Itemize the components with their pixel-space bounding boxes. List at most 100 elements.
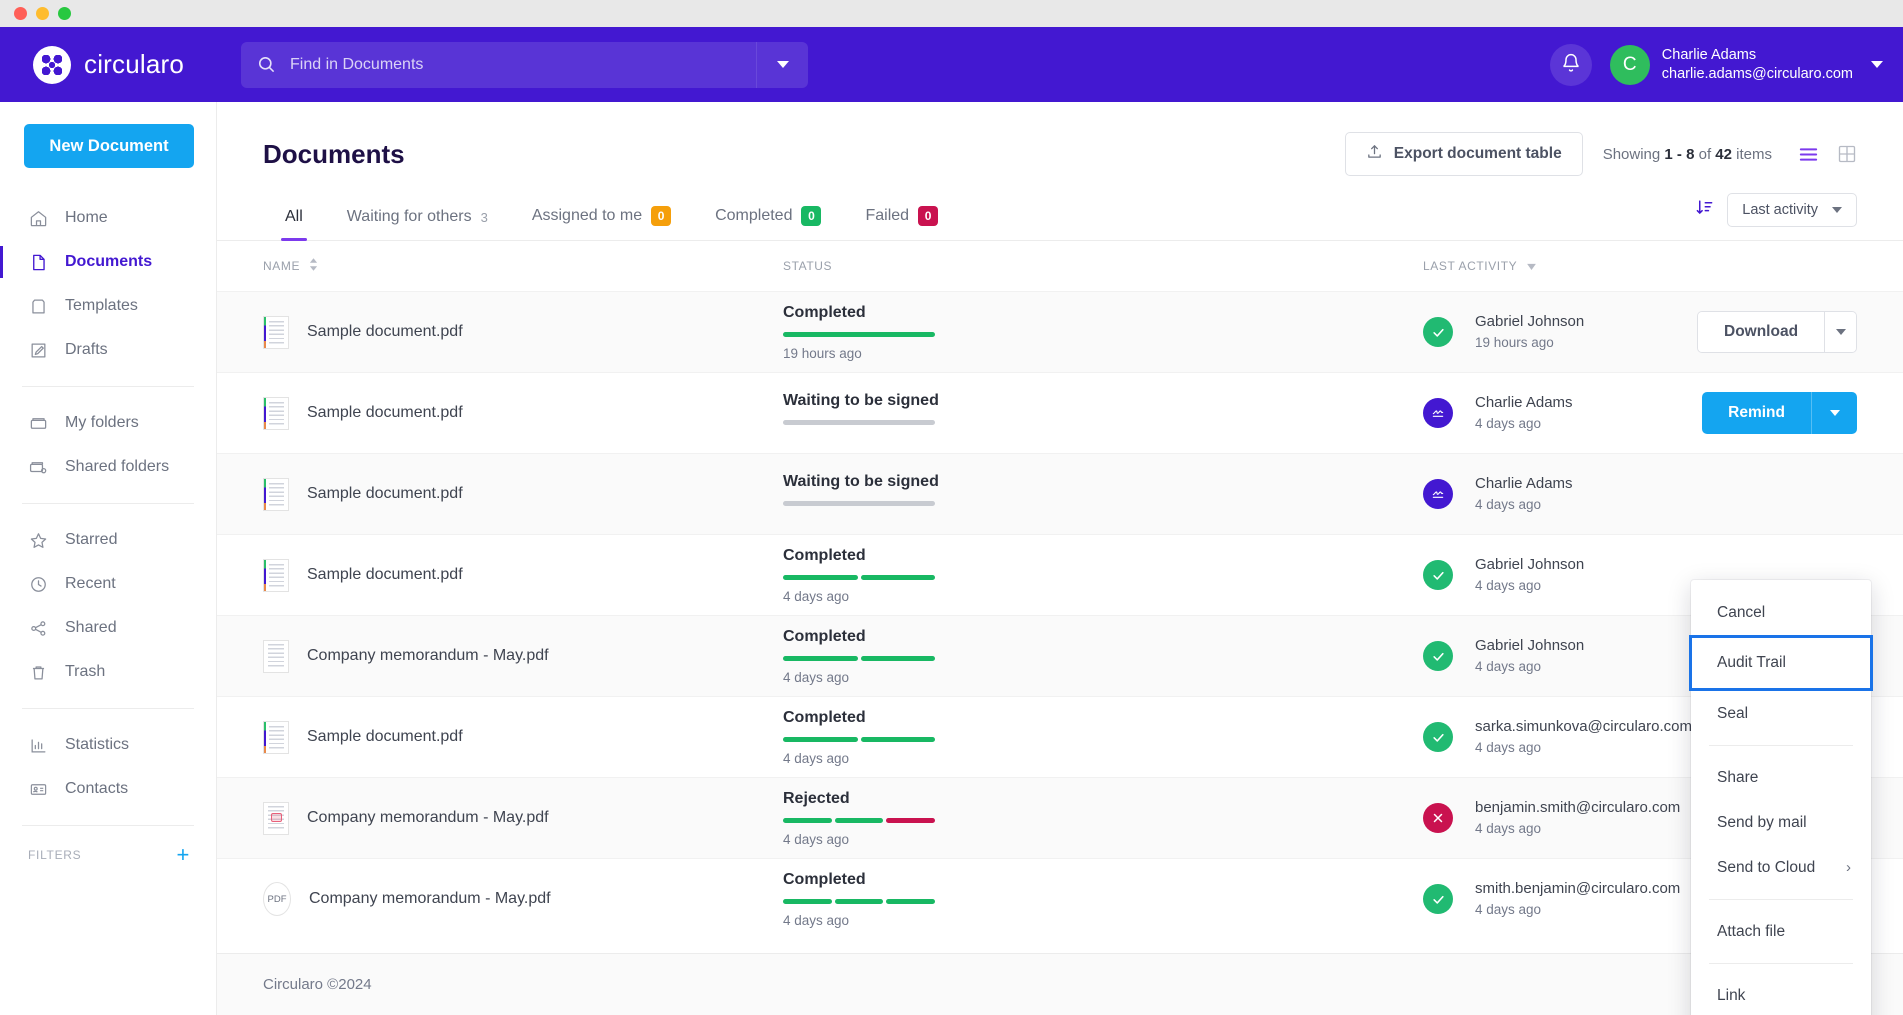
menu-item-audit-trail[interactable]: Audit Trail	[1691, 637, 1871, 689]
tab-waiting-for-others[interactable]: Waiting for others 3	[325, 208, 510, 240]
table-row[interactable]: Company memorandum - May.pdf Rejected 4 …	[217, 777, 1903, 858]
sidebar-item-label: Templates	[65, 297, 138, 315]
sidebar-item-statistics[interactable]: Statistics	[0, 723, 216, 767]
status-time: 4 days ago	[783, 589, 1423, 604]
document-name[interactable]: Sample document.pdf	[307, 485, 463, 503]
activity-time: 4 days ago	[1475, 738, 1692, 758]
tab-failed[interactable]: Failed 0	[843, 206, 960, 240]
grid-view-icon[interactable]	[1837, 144, 1857, 164]
add-filter-button[interactable]: +	[176, 844, 190, 866]
tab-assigned-to-me[interactable]: Assigned to me 0	[510, 206, 693, 240]
tab-count-badge: 0	[651, 206, 671, 226]
table-row[interactable]: Sample document.pdf Waiting to be signed	[217, 372, 1903, 453]
user-menu[interactable]: C Charlie Adams charlie.adams@circularo.…	[1610, 45, 1883, 85]
sidebar-item-home[interactable]: Home	[0, 196, 216, 240]
brand-logo[interactable]: circularo	[0, 46, 217, 84]
cell-status: Completed 4 days ago	[783, 628, 1423, 685]
menu-item-send-to-cloud[interactable]: Send to Cloud ›	[1691, 845, 1871, 890]
remind-split-button[interactable]: Remind	[1702, 392, 1857, 434]
window-maximize-dot[interactable]	[58, 7, 71, 20]
document-name[interactable]: Sample document.pdf	[307, 566, 463, 584]
download-split-button[interactable]: Download	[1697, 311, 1857, 353]
cell-name: Sample document.pdf	[263, 478, 783, 511]
app-shell: New Document Home Documents	[0, 102, 1903, 1015]
table-row[interactable]: Sample document.pdf Completed 19 hours a…	[217, 291, 1903, 372]
search-filter-dropdown[interactable]	[756, 42, 808, 88]
table-row[interactable]: PDF Company memorandum - May.pdf Complet…	[217, 858, 1903, 939]
list-view-icon[interactable]	[1798, 146, 1819, 163]
activity-time: 4 days ago	[1475, 414, 1573, 434]
activity-actor: Gabriel Johnson	[1475, 554, 1584, 576]
table-row[interactable]: Company memorandum - May.pdf Completed 4…	[217, 615, 1903, 696]
avatar: C	[1610, 45, 1650, 85]
document-name[interactable]: Company memorandum - May.pdf	[309, 890, 551, 908]
sort-select[interactable]: Last activity	[1727, 193, 1857, 227]
tab-label: Waiting for others	[347, 208, 472, 226]
sort-desc-icon[interactable]	[1695, 198, 1714, 222]
document-name[interactable]: Sample document.pdf	[307, 728, 463, 746]
status-badge-completed-icon	[1423, 317, 1453, 347]
remind-button[interactable]: Remind	[1702, 392, 1811, 434]
shared-folder-icon	[28, 458, 49, 477]
column-header-name[interactable]: NAME	[263, 258, 783, 274]
sidebar-item-my-folders[interactable]: My folders	[0, 401, 216, 445]
search-input[interactable]	[290, 56, 756, 74]
document-name[interactable]: Company memorandum - May.pdf	[307, 809, 549, 827]
status-badge-completed-icon	[1423, 884, 1453, 914]
progress-segment	[783, 818, 832, 823]
menu-item-attach-file[interactable]: Attach file	[1691, 909, 1871, 954]
sidebar-item-label: My folders	[65, 414, 139, 432]
table-header: NAME STATUS LAST ACTIVITY	[217, 241, 1903, 291]
table-row[interactable]: Sample document.pdf Completed 4 days ago	[217, 696, 1903, 777]
activity-meta: Charlie Adams 4 days ago	[1475, 473, 1573, 514]
document-name[interactable]: Sample document.pdf	[307, 323, 463, 341]
pdf-file-icon: PDF	[263, 882, 291, 916]
menu-item-label: Send to Cloud	[1717, 859, 1815, 877]
sidebar-item-drafts[interactable]: Drafts	[0, 328, 216, 372]
window-minimize-dot[interactable]	[36, 7, 49, 20]
remind-dropdown-toggle[interactable]	[1811, 392, 1857, 434]
row-context-menu: Cancel Audit Trail Seal Share Send by ma…	[1691, 580, 1871, 1015]
stamp-mark-icon	[271, 813, 282, 822]
tab-label: Completed	[715, 207, 792, 225]
activity-time: 4 days ago	[1475, 657, 1584, 677]
view-toggle	[1798, 144, 1857, 164]
cell-status: Waiting to be signed	[783, 473, 1423, 515]
document-name[interactable]: Company memorandum - May.pdf	[307, 647, 549, 665]
export-document-table-button[interactable]: Export document table	[1345, 132, 1583, 176]
sidebar-item-shared-folders[interactable]: Shared folders	[0, 445, 216, 489]
cell-name: Company memorandum - May.pdf	[263, 640, 783, 673]
template-icon	[28, 297, 49, 316]
menu-item-link[interactable]: Link	[1691, 973, 1871, 1015]
sidebar-item-label: Drafts	[65, 341, 108, 359]
progress-segment	[835, 818, 884, 823]
global-search[interactable]	[241, 42, 808, 88]
status-label: Completed	[783, 304, 1423, 322]
sidebar-item-contacts[interactable]: Contacts	[0, 767, 216, 811]
menu-item-share[interactable]: Share	[1691, 755, 1871, 800]
table-row[interactable]: Sample document.pdf Completed 4 days ago	[217, 534, 1903, 615]
window-close-dot[interactable]	[14, 7, 27, 20]
new-document-button[interactable]: New Document	[24, 124, 194, 168]
menu-item-seal[interactable]: Seal	[1691, 691, 1871, 736]
menu-item-send-by-mail[interactable]: Send by mail	[1691, 800, 1871, 845]
document-name[interactable]: Sample document.pdf	[307, 404, 463, 422]
chevron-down-icon[interactable]	[1871, 61, 1883, 68]
menu-item-cancel[interactable]: Cancel	[1691, 590, 1871, 635]
sidebar-item-documents[interactable]: Documents	[0, 240, 216, 284]
sidebar-item-recent[interactable]: Recent	[0, 562, 216, 606]
column-header-last-activity[interactable]: LAST ACTIVITY	[1423, 259, 1857, 273]
notifications-button[interactable]	[1550, 44, 1592, 86]
download-dropdown-toggle[interactable]	[1824, 312, 1856, 352]
tab-completed[interactable]: Completed 0	[693, 206, 843, 240]
sidebar-item-trash[interactable]: Trash	[0, 650, 216, 694]
sidebar-item-shared[interactable]: Shared	[0, 606, 216, 650]
sidebar-item-label: Trash	[65, 663, 105, 681]
menu-item-label: Seal	[1717, 705, 1748, 723]
sidebar-item-starred[interactable]: Starred	[0, 518, 216, 562]
tab-all[interactable]: All	[263, 208, 325, 240]
download-button[interactable]: Download	[1698, 312, 1824, 352]
table-row[interactable]: Sample document.pdf Waiting to be signed	[217, 453, 1903, 534]
status-progress-bar	[783, 501, 935, 506]
sidebar-item-templates[interactable]: Templates	[0, 284, 216, 328]
